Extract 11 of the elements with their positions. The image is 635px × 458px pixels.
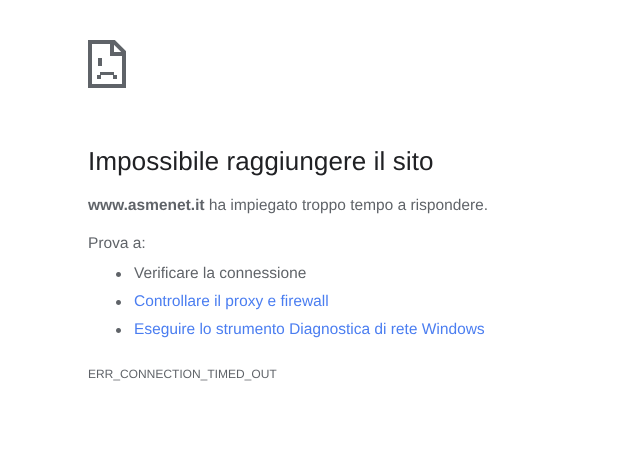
sad-document-icon	[88, 40, 126, 88]
bullet-icon	[116, 300, 121, 304]
bullet-icon	[116, 328, 121, 332]
bullet-icon	[116, 272, 121, 276]
suggestion-link[interactable]: Eseguire lo strumento Diagnostica di rete Windows	[134, 321, 485, 339]
suggestions-label: Prova a:	[88, 235, 146, 253]
suggestion-text: Verificare la connessione	[134, 265, 306, 283]
suggestion-link[interactable]: Controllare il proxy e firewall	[134, 293, 329, 311]
error-message: www.asmenet.it ha impiegato troppo tempo a rispondere.	[88, 197, 488, 215]
error-code: ERR_CONNECTION_TIMED_OUT	[88, 367, 277, 381]
error-heading: Impossibile raggiungere il sito	[88, 146, 434, 177]
